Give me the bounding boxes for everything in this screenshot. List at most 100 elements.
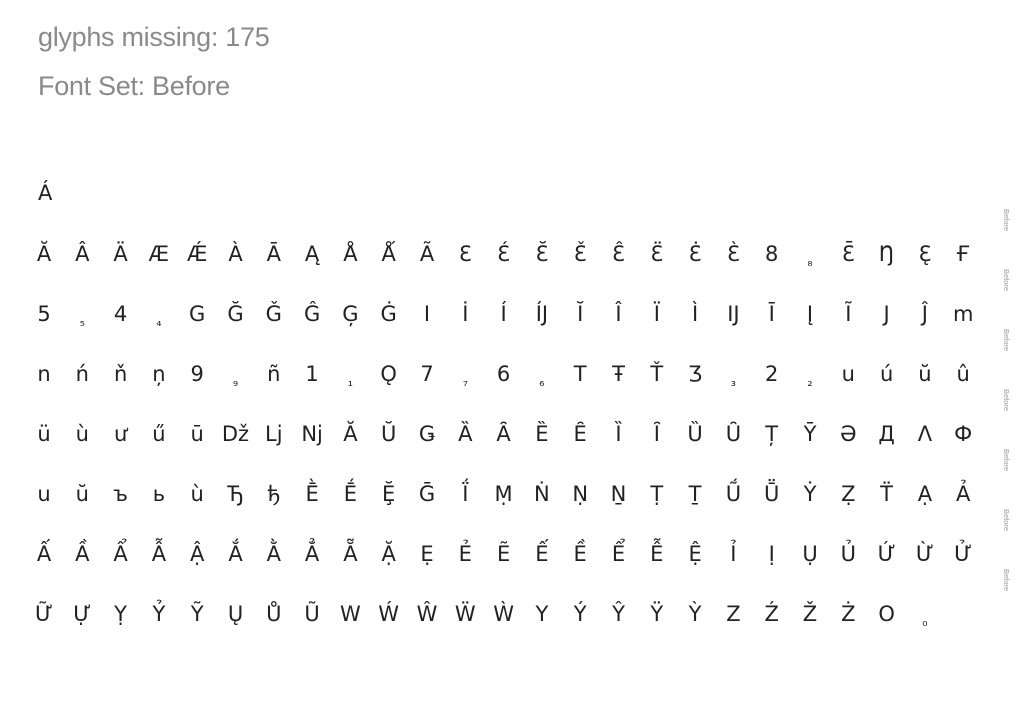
glyph-cell: Į [806, 302, 814, 326]
glyph-cell: Ể [611, 542, 626, 566]
glyph-cell: 2 [765, 362, 779, 386]
glyph-cell: Ȉ [615, 422, 622, 446]
glyph-cell: ū [190, 422, 204, 446]
glyph-cell: Ĝ [303, 302, 321, 326]
glyph-cell: Ẁ [493, 602, 514, 626]
glyph-cell: Ṃ [494, 482, 513, 506]
glyph-row: 5 ₅ 4 ₄ G Ğ Ǧ Ĝ Ģ Ġ I İ Í ÍJ Ĭ Î Ï Ì IJ Ī Į Ĩ J Ĵm [25, 294, 985, 334]
glyph-cell: IJ [727, 302, 740, 326]
glyph-cell: T [573, 362, 587, 386]
glyph-cell: Ɛ̆ [535, 242, 549, 266]
glyph-cell: Ɛ́ [497, 242, 511, 266]
glyph-cell: Ặ [381, 542, 396, 566]
glyph-cell: Ṻ [764, 482, 780, 506]
glyph-cell: ₉ [232, 375, 239, 390]
glyph-cell: Ȋ [653, 422, 660, 446]
glyph-cell: Ẃ [378, 602, 400, 626]
glyph-cell: Ũ [304, 602, 320, 626]
glyph-cell: Ŧ [612, 362, 625, 386]
glyph-cell: Ÿ [650, 602, 664, 626]
glyph-row: u ŭ ъ ь ù Ђђ Ḕ Ḗ Ḝ Ḡ Ḯ Ṃ Ṅ Ṇ Ṉ Ṭ Ṯ Ṹ Ṻ Ẏ Ẓ T̈ Ạ Ả [25, 474, 985, 514]
glyph-cell: Ȗ [725, 422, 742, 446]
font-set-side-label: Before [1002, 568, 1011, 592]
glyph-cell: Ɛ [458, 242, 472, 266]
glyph-cell: O [878, 602, 895, 626]
glyph-cell: Y [535, 602, 549, 626]
glyph-cell: T̈ [880, 482, 893, 506]
glyph-cell: Ɛ̂ [612, 242, 625, 266]
glyph-cell: 1 [305, 362, 319, 386]
glyph-cell: Ȕ [687, 422, 703, 446]
glyph-cell: ђ [267, 482, 281, 506]
glyph-cell: Ṹ [725, 482, 742, 506]
glyph-cell: Ŭ [381, 422, 397, 446]
glyph-cell: 6 [496, 362, 511, 386]
glyph-cell: Ф [954, 422, 973, 446]
glyph-cell: Á [38, 181, 53, 205]
glyph-cell: ÍJ [535, 302, 549, 326]
glyph-cell: Î [615, 302, 622, 326]
glyph-cell: ư [113, 422, 128, 446]
font-set-side-label: Before [1002, 388, 1011, 412]
glyph-cell: Ŷ [612, 602, 625, 626]
glyph-cell: ₂ [807, 375, 813, 390]
glyph-cell: ₁ [347, 375, 353, 390]
glyph-cell: Ḗ [343, 482, 358, 506]
glyph-cell: Ą [304, 242, 320, 266]
glyph-cell: Ỹ [190, 602, 204, 626]
glyph-cell: Ã [419, 242, 435, 266]
glyph-cell: Ṇ [572, 482, 589, 506]
glyph-cell: ń [75, 362, 89, 386]
glyph-cell: 9 [190, 362, 204, 386]
glyph-cell: Ẏ [803, 482, 817, 506]
glyph-cell: Ʒ [688, 362, 703, 386]
font-set-side-label: Before [1002, 208, 1011, 232]
glyph-cell: Ễ [650, 542, 664, 566]
glyph-row: ü ù ư ű ū Dž Lj Nj Ă Ŭ Ǥ Ȁ Ȃ Ȅ Ȇ Ȉ Ȋ Ȕ Ȗ Ț Ȳ Ə Д Λ Ф [25, 414, 985, 454]
font-set-side-label: Before [1002, 448, 1011, 472]
glyph-row: nńňņ9 ₉ ñ1 ₁ Ǫ7 ₇ 6 ₆ T Ŧ ŤƷ ₃ 2 ₂ uúŭû [25, 354, 985, 394]
glyph-cell: Ǥ [418, 422, 436, 446]
glyph-cell: Ŋ [878, 242, 895, 266]
glyph-cell: Ầ [75, 542, 90, 566]
glyph-cell: ñ [267, 362, 281, 386]
glyph-cell: Ẵ [343, 542, 358, 566]
glyph-cell: Ɛ̀ [726, 242, 740, 266]
glyph-cell: J [883, 302, 890, 326]
glyph-cell: Ғ [956, 242, 971, 266]
glyph-cell: 4 [113, 302, 128, 326]
glyph-cell: Ḕ [305, 482, 319, 506]
glyph-cell: n [37, 362, 51, 386]
glyph-cell: ъ [113, 482, 129, 506]
glyph-row: ỮỰỴ ỶỸŲŮŨWẂŴẄẀYÝ Ŷ ŸỲZŹŽŻO ₀ [25, 594, 985, 634]
glyph-cell: Ā [266, 242, 281, 266]
glyph-cell: ₇ [462, 375, 468, 390]
glyph-cell: Ɛ̈ [650, 242, 664, 266]
glyph-cell: Ẽ [496, 542, 511, 566]
glyph-cell: Ɛ̌ [573, 242, 587, 266]
glyph-cell: Ă [343, 422, 358, 446]
glyph-cell: Ź [764, 602, 779, 626]
glyph-cell: W [340, 602, 361, 626]
glyph-cell: Lj [265, 422, 283, 446]
glyph-cell: Ż [841, 602, 856, 626]
glyph-cell: û [956, 362, 970, 386]
glyph-cell: Â [75, 242, 90, 266]
glyph-cell: Ỉ [730, 542, 737, 566]
font-set-side-label: Before [1002, 268, 1011, 292]
glyph-cell: Ạ [917, 482, 933, 506]
glyph-cell: Ỳ [688, 602, 702, 626]
glyph-row: ẤẦẨẪẬẮẰẲẴẶẸẺẼẾỀỂỄỆ Ỉ Ị ỤỦỨỪỬ [25, 534, 985, 574]
glyph-cell: Ẩ [113, 542, 128, 566]
glyph-cell: Ȇ [573, 422, 587, 446]
glyph-cell: Д [878, 422, 895, 446]
glyph-cell: Ẻ [458, 542, 472, 566]
glyph-cell: Ђ [227, 482, 244, 506]
glyph-cell: ₃ [730, 375, 736, 390]
glyph-cell: ù [75, 422, 89, 446]
glyph-cell: À [228, 242, 243, 266]
glyph-cell: Ậ [190, 542, 205, 566]
glyph-cell: Ẅ [454, 602, 476, 626]
glyph-cell: ₆ [539, 375, 545, 390]
glyph-cell: Ẫ [151, 542, 167, 566]
